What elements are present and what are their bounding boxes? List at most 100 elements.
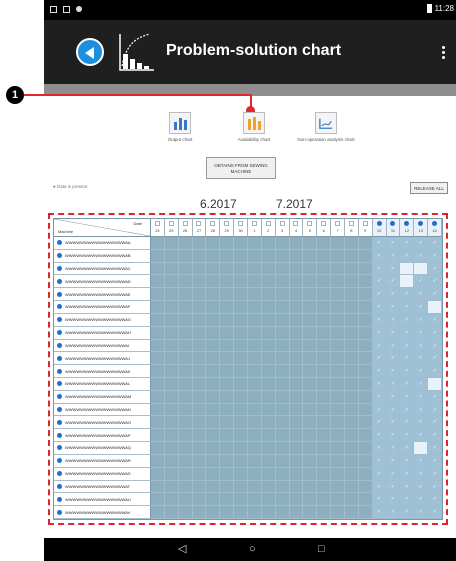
availability-cell[interactable]: [234, 352, 248, 366]
day-header-24[interactable]: 24: [151, 219, 165, 237]
availability-cell[interactable]: [400, 262, 415, 276]
availability-cell[interactable]: [164, 429, 179, 443]
availability-cell[interactable]: [247, 506, 262, 519]
availability-cell[interactable]: [414, 275, 429, 289]
availability-cell[interactable]: [192, 365, 207, 378]
availability-cell[interactable]: [247, 390, 262, 404]
day-header-12[interactable]: 12: [400, 219, 415, 237]
availability-cell[interactable]: [192, 403, 207, 417]
availability-cell[interactable]: [303, 506, 318, 519]
availability-cell[interactable]: [178, 403, 193, 417]
availability-cell[interactable]: [206, 390, 221, 404]
availability-cell[interactable]: [317, 429, 332, 443]
day-checkbox[interactable]: [182, 221, 188, 226]
day-checkbox[interactable]: [348, 221, 354, 226]
availability-cell[interactable]: [164, 249, 179, 263]
availability-cell[interactable]: [151, 288, 165, 302]
availability-cell[interactable]: [151, 493, 165, 507]
release-all-button[interactable]: RELEASE ALL: [410, 182, 448, 194]
availability-cell[interactable]: [151, 237, 165, 250]
availability-cell[interactable]: [261, 352, 276, 366]
availability-cell[interactable]: [192, 454, 207, 468]
availability-cell[interactable]: [206, 326, 221, 340]
availability-cell[interactable]: [414, 493, 429, 507]
day-header-3[interactable]: 3: [275, 219, 290, 237]
availability-cell[interactable]: [289, 301, 304, 314]
availability-cell[interactable]: [372, 249, 387, 263]
availability-cell[interactable]: [331, 480, 345, 494]
availability-cell[interactable]: [386, 249, 401, 263]
availability-cell[interactable]: [206, 480, 221, 494]
availability-cell[interactable]: [414, 403, 429, 417]
availability-cell[interactable]: [400, 480, 415, 494]
day-checkbox[interactable]: [224, 221, 230, 226]
availability-cell[interactable]: [317, 326, 332, 340]
availability-cell[interactable]: [400, 365, 415, 378]
availability-cell[interactable]: [178, 288, 193, 302]
availability-cell[interactable]: [289, 454, 304, 468]
availability-cell[interactable]: [261, 249, 276, 263]
day-header-26[interactable]: 26: [178, 219, 193, 237]
availability-cell[interactable]: [164, 506, 179, 519]
availability-cell[interactable]: [206, 493, 221, 507]
availability-cell[interactable]: [206, 467, 221, 481]
availability-cell[interactable]: [151, 506, 165, 519]
availability-cell[interactable]: [234, 493, 248, 507]
availability-cell[interactable]: [344, 352, 359, 366]
availability-cell[interactable]: [289, 416, 304, 430]
availability-cell[interactable]: [178, 506, 193, 519]
availability-cell[interactable]: [386, 301, 401, 314]
availability-cell[interactable]: [344, 454, 359, 468]
availability-cell[interactable]: [414, 352, 429, 366]
availability-cell[interactable]: [261, 339, 276, 353]
availability-cell[interactable]: [247, 237, 262, 250]
availability-cell[interactable]: [358, 467, 373, 481]
availability-cell[interactable]: [220, 493, 235, 507]
availability-cell[interactable]: [220, 416, 235, 430]
availability-cell[interactable]: [428, 249, 442, 263]
availability-cell[interactable]: [331, 301, 345, 314]
availability-cell[interactable]: [151, 262, 165, 276]
availability-cell[interactable]: [220, 301, 235, 314]
availability-cell[interactable]: [247, 326, 262, 340]
availability-cell[interactable]: [331, 506, 345, 519]
day-checkbox[interactable]: [335, 221, 341, 226]
availability-cell[interactable]: [386, 365, 401, 378]
availability-cell[interactable]: [303, 339, 318, 353]
availability-cell[interactable]: [151, 390, 165, 404]
availability-cell[interactable]: [220, 352, 235, 366]
availability-cell[interactable]: [247, 288, 262, 302]
availability-cell[interactable]: [400, 467, 415, 481]
availability-cell[interactable]: [400, 288, 415, 302]
availability-cell[interactable]: [247, 467, 262, 481]
availability-cell[interactable]: [178, 237, 193, 250]
availability-cell[interactable]: [220, 275, 235, 289]
availability-cell[interactable]: [275, 429, 290, 443]
availability-cell[interactable]: [178, 326, 193, 340]
availability-cell[interactable]: [261, 403, 276, 417]
availability-cell[interactable]: [289, 429, 304, 443]
availability-cell[interactable]: [275, 249, 290, 263]
availability-cell[interactable]: [178, 262, 193, 276]
availability-cell[interactable]: [428, 416, 442, 430]
availability-cell[interactable]: [331, 352, 345, 366]
availability-cell[interactable]: [331, 454, 345, 468]
availability-cell[interactable]: [234, 378, 248, 391]
availability-cell[interactable]: [331, 249, 345, 263]
availability-cell[interactable]: [275, 339, 290, 353]
availability-cell[interactable]: [358, 480, 373, 494]
availability-cell[interactable]: [358, 506, 373, 519]
day-header-4[interactable]: 4: [289, 219, 304, 237]
availability-cell[interactable]: [414, 237, 429, 250]
availability-cell[interactable]: [400, 313, 415, 327]
availability-cell[interactable]: [261, 378, 276, 391]
availability-cell[interactable]: [234, 365, 248, 378]
availability-cell[interactable]: [178, 467, 193, 481]
machine-row-label[interactable]: WWWWWWWWWWWWWWWWAH: [54, 326, 151, 340]
availability-cell[interactable]: [206, 262, 221, 276]
availability-cell[interactable]: [386, 442, 401, 455]
availability-cell[interactable]: [178, 416, 193, 430]
availability-cell[interactable]: [220, 454, 235, 468]
availability-cell[interactable]: [331, 429, 345, 443]
availability-cell[interactable]: [317, 301, 332, 314]
